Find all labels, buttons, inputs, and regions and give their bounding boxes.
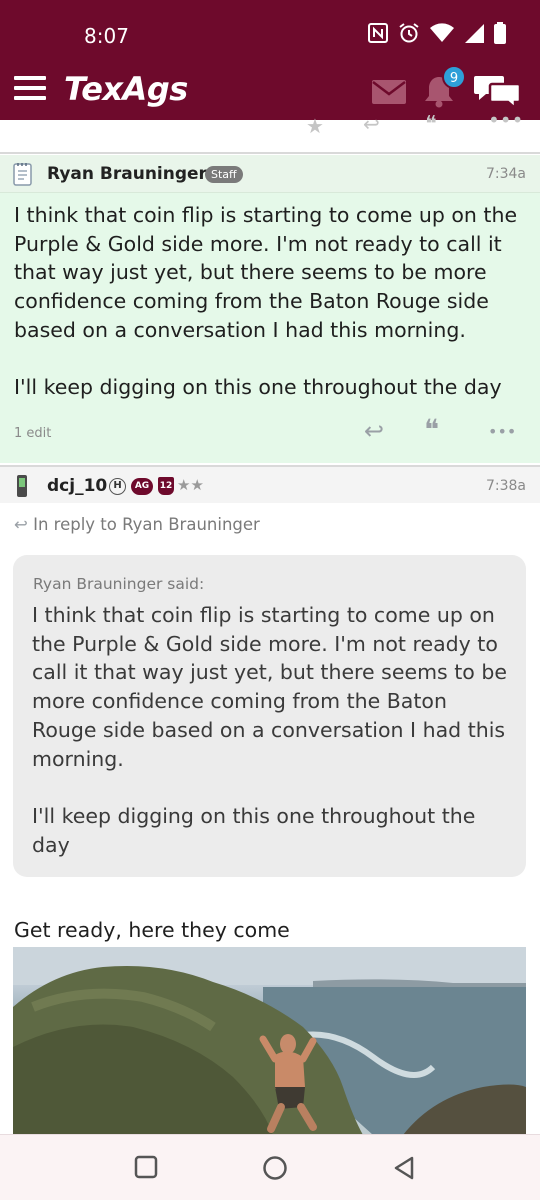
post-body: Get ready, here they come xyxy=(14,918,290,942)
post-time: 7:38a xyxy=(485,478,526,494)
app-header: TexAgs 9 xyxy=(0,62,540,120)
reply-arrow-icon: ↩ xyxy=(14,515,34,534)
in-reply-to-link[interactable]: ↩ In reply to Ryan Brauninger xyxy=(14,515,260,534)
menu-icon[interactable] xyxy=(14,76,46,102)
post-body: I think that coin flip is starting to co… xyxy=(14,203,518,400)
edit-note[interactable]: 1 edit xyxy=(14,426,51,441)
staff-badge: Staff xyxy=(205,166,243,183)
status-time: 8:07 xyxy=(84,24,129,48)
embedded-gif[interactable] xyxy=(13,947,526,1135)
hall-badge: H xyxy=(109,478,126,495)
post-header: dcj_10 H AG 12 ★★ 7:38a xyxy=(0,465,540,503)
back-icon[interactable] xyxy=(392,1155,416,1181)
texags-logo[interactable]: TexAgs xyxy=(64,70,188,108)
reply-to-label: In reply to Ryan Brauninger xyxy=(33,515,260,534)
post-header: Ryan Brauninger Staff 7:34a xyxy=(0,155,540,193)
nfc-icon xyxy=(368,23,388,43)
post-ryan-brauninger: Ryan Brauninger Staff 7:34a I think that… xyxy=(0,155,540,463)
previous-post-actions: ★ ↩ ❝ ••• xyxy=(0,108,540,154)
cliff-jump-image xyxy=(13,947,526,1135)
home-icon[interactable] xyxy=(262,1155,288,1181)
notification-badge[interactable]: 9 xyxy=(442,65,466,89)
wifi-icon xyxy=(430,23,454,42)
battery-icon xyxy=(494,22,506,44)
mail-icon[interactable] xyxy=(372,80,406,104)
alarm-icon xyxy=(399,23,419,43)
rating-stars: ★★ xyxy=(177,476,204,494)
reply-icon[interactable]: ↩ xyxy=(363,112,380,136)
star-icon[interactable]: ★ xyxy=(306,114,324,138)
quote-icon[interactable]: ❝ xyxy=(425,112,437,137)
status-bar: 8:07 xyxy=(0,0,540,62)
quote-attribution: Ryan Brauninger said: xyxy=(33,575,205,593)
post-author[interactable]: Ryan Brauninger xyxy=(47,164,207,184)
more-icon[interactable]: ••• xyxy=(488,422,516,441)
quote-block[interactable]: Ryan Brauninger said: I think that coin … xyxy=(13,555,526,877)
signal-icon xyxy=(465,24,484,43)
ag-badge: AG xyxy=(131,478,153,495)
post-time: 7:34a xyxy=(485,166,526,182)
quote-icon[interactable]: ❝ xyxy=(424,413,439,446)
post-author[interactable]: dcj_10 xyxy=(47,476,107,496)
chat-icon[interactable] xyxy=(474,72,522,108)
12th-man-badge: 12 xyxy=(158,477,174,495)
recents-icon[interactable] xyxy=(134,1155,158,1179)
notepad-icon xyxy=(13,163,32,186)
system-nav-bar xyxy=(0,1134,540,1200)
quote-text: I think that coin flip is starting to co… xyxy=(32,603,507,857)
more-icon[interactable]: ••• xyxy=(488,108,523,132)
reply-icon[interactable]: ↩ xyxy=(364,417,384,445)
phone-icon xyxy=(17,475,27,497)
